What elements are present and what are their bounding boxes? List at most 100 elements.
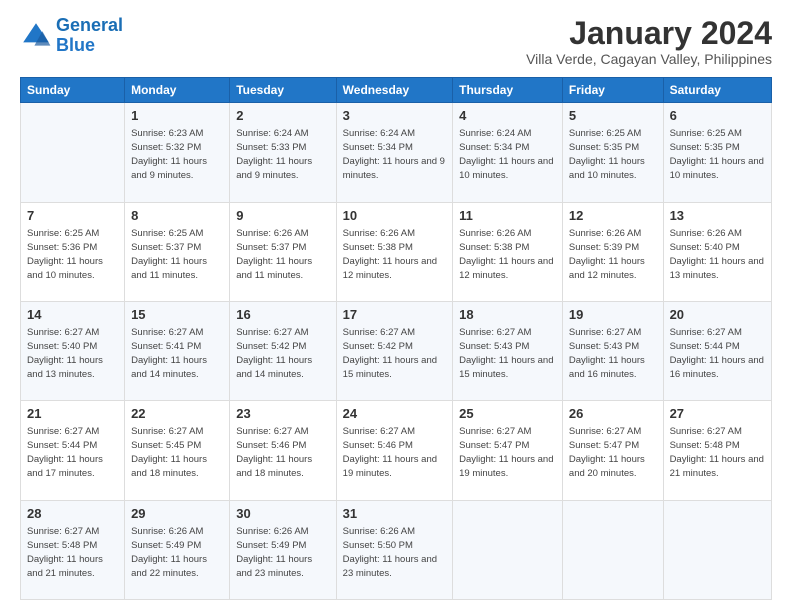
day-number: 5 bbox=[569, 107, 657, 125]
day-number: 26 bbox=[569, 405, 657, 423]
cell-info: Sunrise: 6:26 AMSunset: 5:38 PMDaylight:… bbox=[459, 228, 553, 281]
header-row: Sunday Monday Tuesday Wednesday Thursday… bbox=[21, 78, 772, 103]
cell-info: Sunrise: 6:25 AMSunset: 5:36 PMDaylight:… bbox=[27, 228, 103, 281]
day-number: 1 bbox=[131, 107, 223, 125]
cell-info: Sunrise: 6:27 AMSunset: 5:47 PMDaylight:… bbox=[569, 426, 645, 479]
cell-info: Sunrise: 6:26 AMSunset: 5:50 PMDaylight:… bbox=[343, 526, 437, 579]
day-number: 23 bbox=[236, 405, 329, 423]
day-number: 4 bbox=[459, 107, 556, 125]
calendar-row-2: 14 Sunrise: 6:27 AMSunset: 5:40 PMDayligh… bbox=[21, 301, 772, 400]
cell-r0-c2: 2Sunrise: 6:24 AMSunset: 5:33 PMDaylight… bbox=[230, 103, 336, 202]
day-number: 30 bbox=[236, 505, 329, 523]
day-number: 6 bbox=[670, 107, 765, 125]
cell-r4-c1: 29 Sunrise: 6:26 AMSunset: 5:49 PMDayligh… bbox=[125, 500, 230, 599]
cell-r0-c0 bbox=[21, 103, 125, 202]
cell-r3-c2: 23 Sunrise: 6:27 AMSunset: 5:46 PMDayligh… bbox=[230, 401, 336, 500]
cell-info: Sunrise: 6:27 AMSunset: 5:43 PMDaylight:… bbox=[569, 327, 645, 380]
col-saturday: Saturday bbox=[663, 78, 771, 103]
day-number: 16 bbox=[236, 306, 329, 324]
day-number: 31 bbox=[343, 505, 446, 523]
cell-info: Sunrise: 6:25 AMSunset: 5:35 PMDaylight:… bbox=[569, 128, 645, 181]
day-number: 9 bbox=[236, 207, 329, 225]
cell-r1-c6: 13Sunrise: 6:26 AMSunset: 5:40 PMDayligh… bbox=[663, 202, 771, 301]
cell-r2-c5: 19 Sunrise: 6:27 AMSunset: 5:43 PMDayligh… bbox=[562, 301, 663, 400]
day-number: 15 bbox=[131, 306, 223, 324]
cell-r0-c6: 6 Sunrise: 6:25 AMSunset: 5:35 PMDaylight… bbox=[663, 103, 771, 202]
day-number: 13 bbox=[670, 207, 765, 225]
day-number: 28 bbox=[27, 505, 118, 523]
cell-info: Sunrise: 6:27 AMSunset: 5:43 PMDaylight:… bbox=[459, 327, 553, 380]
cell-r4-c3: 31 Sunrise: 6:26 AMSunset: 5:50 PMDayligh… bbox=[336, 500, 452, 599]
col-monday: Monday bbox=[125, 78, 230, 103]
cell-r4-c4 bbox=[453, 500, 563, 599]
day-number: 17 bbox=[343, 306, 446, 324]
day-number: 29 bbox=[131, 505, 223, 523]
cell-r4-c2: 30Sunrise: 6:26 AMSunset: 5:49 PMDayligh… bbox=[230, 500, 336, 599]
cell-info: Sunrise: 6:27 AMSunset: 5:40 PMDaylight:… bbox=[27, 327, 103, 380]
cell-info: Sunrise: 6:27 AMSunset: 5:48 PMDaylight:… bbox=[670, 426, 764, 479]
cell-info: Sunrise: 6:25 AMSunset: 5:35 PMDaylight:… bbox=[670, 128, 764, 181]
cell-r4-c5 bbox=[562, 500, 663, 599]
cell-r0-c1: 1 Sunrise: 6:23 AMSunset: 5:32 PMDaylight… bbox=[125, 103, 230, 202]
logo-blue: Blue bbox=[56, 35, 95, 55]
cell-info: Sunrise: 6:27 AMSunset: 5:46 PMDaylight:… bbox=[236, 426, 312, 479]
cell-info: Sunrise: 6:27 AMSunset: 5:47 PMDaylight:… bbox=[459, 426, 553, 479]
cell-info: Sunrise: 6:26 AMSunset: 5:49 PMDaylight:… bbox=[131, 526, 207, 579]
cell-info: Sunrise: 6:23 AMSunset: 5:32 PMDaylight:… bbox=[131, 128, 207, 181]
cell-r0-c3: 3 Sunrise: 6:24 AMSunset: 5:34 PMDaylight… bbox=[336, 103, 452, 202]
cell-info: Sunrise: 6:26 AMSunset: 5:39 PMDaylight:… bbox=[569, 228, 645, 281]
cell-info: Sunrise: 6:27 AMSunset: 5:42 PMDaylight:… bbox=[343, 327, 437, 380]
calendar-row-4: 28 Sunrise: 6:27 AMSunset: 5:48 PMDayligh… bbox=[21, 500, 772, 599]
subtitle: Villa Verde, Cagayan Valley, Philippines bbox=[526, 51, 772, 67]
cell-r0-c4: 4Sunrise: 6:24 AMSunset: 5:34 PMDaylight… bbox=[453, 103, 563, 202]
logo: General Blue bbox=[20, 16, 123, 56]
day-number: 2 bbox=[236, 107, 329, 125]
day-number: 25 bbox=[459, 405, 556, 423]
col-wednesday: Wednesday bbox=[336, 78, 452, 103]
cell-r2-c3: 17 Sunrise: 6:27 AMSunset: 5:42 PMDayligh… bbox=[336, 301, 452, 400]
col-sunday: Sunday bbox=[21, 78, 125, 103]
day-number: 7 bbox=[27, 207, 118, 225]
cell-r0-c5: 5 Sunrise: 6:25 AMSunset: 5:35 PMDaylight… bbox=[562, 103, 663, 202]
cell-r3-c1: 22Sunrise: 6:27 AMSunset: 5:45 PMDayligh… bbox=[125, 401, 230, 500]
day-number: 21 bbox=[27, 405, 118, 423]
calendar-header: Sunday Monday Tuesday Wednesday Thursday… bbox=[21, 78, 772, 103]
col-thursday: Thursday bbox=[453, 78, 563, 103]
cell-info: Sunrise: 6:27 AMSunset: 5:46 PMDaylight:… bbox=[343, 426, 437, 479]
calendar-row-1: 7 Sunrise: 6:25 AMSunset: 5:36 PMDaylight… bbox=[21, 202, 772, 301]
cell-info: Sunrise: 6:27 AMSunset: 5:42 PMDaylight:… bbox=[236, 327, 312, 380]
header: General Blue January 2024 Villa Verde, C… bbox=[20, 16, 772, 67]
calendar-body: 1 Sunrise: 6:23 AMSunset: 5:32 PMDaylight… bbox=[21, 103, 772, 600]
cell-r1-c4: 11 Sunrise: 6:26 AMSunset: 5:38 PMDayligh… bbox=[453, 202, 563, 301]
day-number: 11 bbox=[459, 207, 556, 225]
day-number: 27 bbox=[670, 405, 765, 423]
cell-info: Sunrise: 6:27 AMSunset: 5:44 PMDaylight:… bbox=[27, 426, 103, 479]
day-number: 19 bbox=[569, 306, 657, 324]
title-block: January 2024 Villa Verde, Cagayan Valley… bbox=[526, 16, 772, 67]
cell-info: Sunrise: 6:24 AMSunset: 5:34 PMDaylight:… bbox=[343, 128, 445, 181]
cell-r1-c5: 12 Sunrise: 6:26 AMSunset: 5:39 PMDayligh… bbox=[562, 202, 663, 301]
cell-info: Sunrise: 6:25 AMSunset: 5:37 PMDaylight:… bbox=[131, 228, 207, 281]
calendar-table: Sunday Monday Tuesday Wednesday Thursday… bbox=[20, 77, 772, 600]
day-number: 24 bbox=[343, 405, 446, 423]
day-number: 12 bbox=[569, 207, 657, 225]
day-number: 8 bbox=[131, 207, 223, 225]
col-tuesday: Tuesday bbox=[230, 78, 336, 103]
calendar-row-3: 21 Sunrise: 6:27 AMSunset: 5:44 PMDayligh… bbox=[21, 401, 772, 500]
logo-text: General Blue bbox=[56, 16, 123, 56]
cell-info: Sunrise: 6:27 AMSunset: 5:41 PMDaylight:… bbox=[131, 327, 207, 380]
cell-r1-c3: 10Sunrise: 6:26 AMSunset: 5:38 PMDayligh… bbox=[336, 202, 452, 301]
cell-r4-c0: 28 Sunrise: 6:27 AMSunset: 5:48 PMDayligh… bbox=[21, 500, 125, 599]
cell-r1-c1: 8 Sunrise: 6:25 AMSunset: 5:37 PMDaylight… bbox=[125, 202, 230, 301]
cell-info: Sunrise: 6:26 AMSunset: 5:38 PMDaylight:… bbox=[343, 228, 437, 281]
cell-info: Sunrise: 6:26 AMSunset: 5:37 PMDaylight:… bbox=[236, 228, 312, 281]
cell-r1-c2: 9 Sunrise: 6:26 AMSunset: 5:37 PMDaylight… bbox=[230, 202, 336, 301]
day-number: 14 bbox=[27, 306, 118, 324]
main-title: January 2024 bbox=[526, 16, 772, 51]
day-number: 18 bbox=[459, 306, 556, 324]
day-number: 3 bbox=[343, 107, 446, 125]
page: General Blue January 2024 Villa Verde, C… bbox=[0, 0, 792, 612]
day-number: 20 bbox=[670, 306, 765, 324]
cell-r3-c0: 21 Sunrise: 6:27 AMSunset: 5:44 PMDayligh… bbox=[21, 401, 125, 500]
cell-info: Sunrise: 6:27 AMSunset: 5:48 PMDaylight:… bbox=[27, 526, 103, 579]
